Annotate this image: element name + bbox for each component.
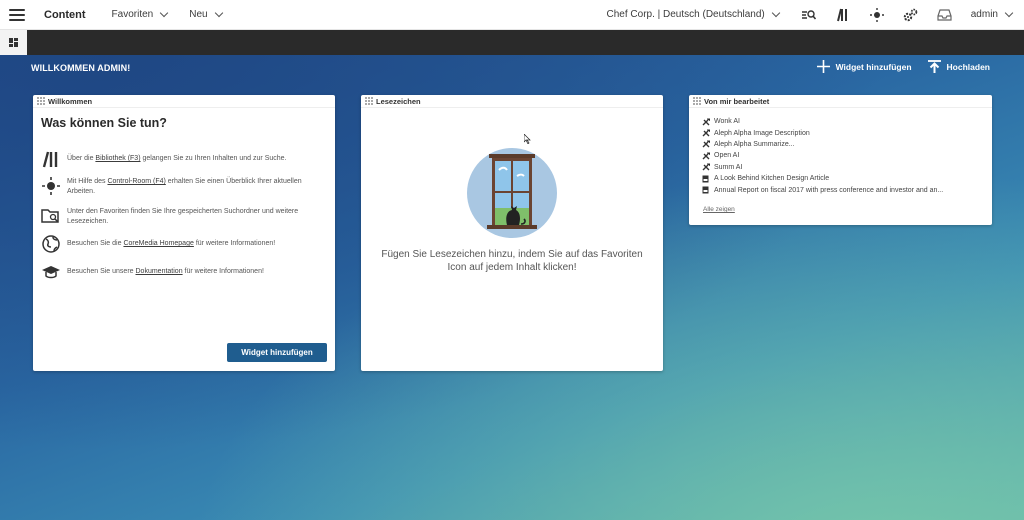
hint-text: gelangen Sie zu Ihren Inhalten und zur S… — [140, 155, 287, 162]
mouse-cursor-icon — [524, 134, 531, 144]
add-widget-button[interactable]: Widget hinzufügen — [227, 343, 327, 362]
list-item[interactable]: A Look Behind Kitchen Design Article — [701, 173, 992, 184]
app-title: Content — [44, 8, 86, 21]
list-item[interactable]: Summ AI — [701, 162, 992, 173]
tools-icon — [701, 117, 710, 126]
tools-icon — [701, 163, 710, 172]
site-selector-label: Chef Corp. | Deutsch (Deutschland) — [606, 9, 765, 20]
drag-handle-icon[interactable] — [693, 97, 701, 105]
hint-text: Über die — [67, 155, 96, 162]
tools-icon — [701, 151, 710, 160]
chevron-down-icon — [771, 8, 780, 17]
coremedia-homepage-link[interactable]: CoreMedia Homepage — [123, 240, 193, 247]
graduation-cap-icon — [41, 263, 61, 281]
welcome-heading: WILLKOMMEN ADMIN! — [31, 63, 131, 73]
plus-icon — [816, 60, 830, 73]
chevron-down-icon — [1004, 8, 1014, 17]
control-room-link[interactable]: Control-Room (F4) — [107, 178, 165, 185]
globe-icon — [41, 235, 61, 253]
library-icon[interactable] — [835, 7, 851, 23]
bookmarks-empty-message: Fügen Sie Lesezeichen hinzu, indem Sie a… — [361, 248, 663, 274]
bookmarks-empty-line-1: Fügen Sie Lesezeichen hinzu, indem Sie a… — [381, 249, 643, 260]
dashboard-area: WILLKOMMEN ADMIN! Widget hinzufügen Hoch… — [0, 55, 1024, 520]
settings-gears-icon[interactable] — [903, 7, 919, 23]
edited-items-list: Wonk AI Aleph Alpha Image Description Al… — [701, 116, 992, 196]
upload-action[interactable]: Hochladen — [927, 60, 990, 73]
new-menu[interactable]: Neu — [189, 8, 223, 20]
hint-control-room: Mit Hilfe des Control-Room (F4) erhalten… — [41, 177, 326, 197]
list-item-label: Aleph Alpha Image Description — [714, 129, 810, 137]
bookmarks-widget-header: Lesezeichen — [361, 95, 663, 108]
list-item[interactable]: Aleph Alpha Image Description — [701, 127, 992, 138]
list-item-label: Annual Report on fiscal 2017 with press … — [714, 186, 944, 194]
upload-action-label: Hochladen — [946, 61, 990, 72]
hint-text: für weitere Informationen! — [182, 268, 264, 275]
user-menu[interactable]: admin — [970, 8, 1014, 20]
hint-text: Besuchen Sie unsere — [67, 268, 136, 275]
top-bar: Content Favoriten Neu Chef Corp. | Deuts… — [0, 0, 1024, 30]
documentation-link[interactable]: Dokumentation — [136, 268, 183, 275]
list-item[interactable]: Open AI — [701, 150, 992, 161]
favorites-menu-label: Favoriten — [111, 9, 154, 20]
tools-icon — [701, 140, 710, 149]
control-room-icon — [41, 177, 61, 195]
list-item-label: A Look Behind Kitchen Design Article — [714, 175, 830, 183]
document-icon — [701, 174, 710, 183]
hint-favorites: Unter den Favoriten finden Sie Ihre gesp… — [41, 207, 326, 227]
welcome-widget-header: Willkommen — [33, 95, 335, 108]
favorites-menu[interactable]: Favoriten — [111, 8, 169, 20]
edited-by-me-widget-title: Von mir bearbeitet — [704, 96, 770, 106]
bookmarks-widget-title: Lesezeichen — [376, 96, 421, 106]
folder-search-icon — [41, 207, 61, 225]
tab-dashboard[interactable] — [0, 30, 27, 55]
new-menu-label: Neu — [189, 9, 208, 20]
site-selector[interactable]: Chef Corp. | Deutsch (Deutschland) — [606, 8, 780, 20]
hint-homepage: Besuchen Sie die CoreMedia Homepage für … — [41, 235, 326, 253]
upload-icon — [927, 60, 941, 73]
inbox-icon[interactable] — [937, 7, 953, 23]
library-link[interactable]: Bibliothek (F3) — [95, 155, 140, 162]
library-icon — [41, 150, 61, 168]
list-item-label: Open AI — [714, 152, 740, 160]
drag-handle-icon[interactable] — [37, 97, 45, 105]
add-widget-action[interactable]: Widget hinzufügen — [816, 60, 912, 73]
add-widget-action-label: Widget hinzufügen — [835, 61, 912, 72]
dashboard-icon — [9, 38, 18, 47]
list-item-label: Summ AI — [714, 163, 743, 171]
bookmarks-empty-line-2: Icon auf jedem Inhalt klicken! — [447, 262, 577, 273]
bookmarks-widget: Lesezeichen Fügen Sie Lesezeichen hinzu,… — [361, 95, 663, 371]
chevron-down-icon — [159, 8, 169, 17]
list-item-label: Wonk AI — [714, 118, 740, 126]
hint-library: Über die Bibliothek (F3) gelangen Sie zu… — [41, 150, 326, 168]
list-item-label: Aleph Alpha Summarize... — [714, 140, 795, 148]
hamburger-menu-icon[interactable] — [9, 8, 25, 21]
drag-handle-icon[interactable] — [365, 97, 373, 105]
hint-documentation: Besuchen Sie unsere Dokumentation für we… — [41, 263, 326, 281]
list-item[interactable]: Wonk AI — [701, 116, 992, 127]
document-icon — [701, 186, 710, 195]
edited-by-me-widget-header: Von mir bearbeitet — [689, 95, 992, 108]
welcome-widget-heading: Was können Sie tun? — [41, 116, 167, 130]
search-plus-icon[interactable] — [801, 7, 817, 23]
hint-text: Mit Hilfe des — [67, 178, 108, 185]
control-room-icon[interactable] — [869, 7, 885, 23]
user-name: admin — [970, 9, 998, 20]
cat-window-illustration — [467, 148, 557, 238]
dashboard-actions: Widget hinzufügen Hochladen — [801, 60, 990, 73]
tab-bar — [0, 30, 1024, 55]
welcome-widget: Willkommen Was können Sie tun? Über die … — [33, 95, 335, 371]
list-item[interactable]: Annual Report on fiscal 2017 with press … — [701, 184, 992, 195]
chevron-down-icon — [214, 8, 223, 17]
hint-text: Unter den Favoriten finden Sie Ihre gesp… — [67, 208, 299, 225]
edited-by-me-widget: Von mir bearbeitet Wonk AI Aleph Alpha I… — [689, 95, 992, 225]
tools-icon — [701, 129, 710, 138]
list-item[interactable]: Aleph Alpha Summarize... — [701, 139, 992, 150]
show-all-link[interactable]: Alle zeigen — [703, 206, 735, 213]
hint-text: für weitere Informationen! — [193, 240, 276, 247]
welcome-widget-title: Willkommen — [48, 96, 93, 106]
hint-text: Besuchen Sie die — [67, 240, 124, 247]
